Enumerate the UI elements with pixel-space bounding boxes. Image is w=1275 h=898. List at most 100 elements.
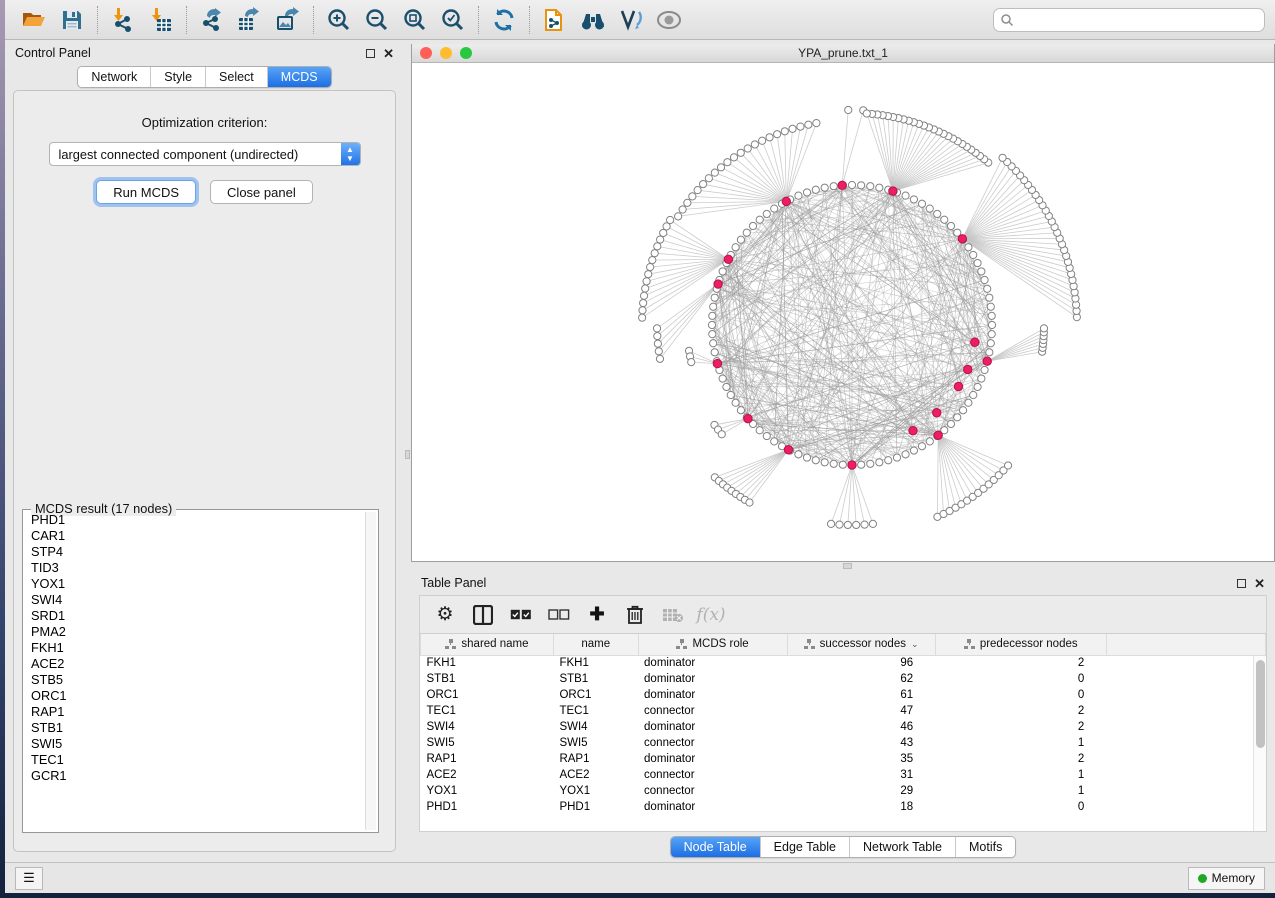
graph-node[interactable]	[688, 359, 695, 366]
graph-node[interactable]	[711, 169, 718, 176]
graph-node[interactable]	[813, 120, 820, 127]
graph-node[interactable]	[759, 137, 766, 144]
graph-node[interactable]	[965, 244, 972, 251]
export-image-button[interactable]	[269, 4, 307, 36]
graph-node[interactable]	[763, 210, 770, 217]
graph-node[interactable]	[910, 196, 917, 203]
graph-node[interactable]	[675, 213, 682, 220]
graph-node[interactable]	[657, 236, 664, 243]
graph-node[interactable]	[981, 366, 988, 373]
graph-node[interactable]	[885, 457, 892, 464]
graph-node[interactable]	[727, 391, 734, 398]
graph-node[interactable]	[746, 499, 753, 506]
mcds-result-scrollbar[interactable]	[365, 512, 376, 830]
graph-node[interactable]	[645, 271, 652, 278]
graph-node[interactable]	[705, 175, 712, 182]
float-panel-icon[interactable]	[366, 49, 375, 58]
graph-node[interactable]	[926, 438, 933, 445]
graph-node[interactable]	[679, 206, 686, 213]
graph-node[interactable]	[694, 187, 701, 194]
style-validation-button[interactable]	[612, 4, 650, 36]
graph-node[interactable]	[795, 192, 802, 199]
graph-node[interactable]	[749, 222, 756, 229]
graph-node[interactable]	[763, 432, 770, 439]
graph-node[interactable]	[803, 189, 810, 196]
graph-node[interactable]	[651, 250, 658, 257]
import-network-button[interactable]	[104, 4, 142, 36]
graph-node-dominator[interactable]	[889, 187, 897, 195]
graph-node[interactable]	[876, 184, 883, 191]
export-network-button[interactable]	[193, 4, 231, 36]
graph-node[interactable]	[978, 375, 985, 382]
graph-node[interactable]	[756, 216, 763, 223]
column-header-predecessor-nodes[interactable]: predecessor nodes	[935, 634, 1106, 655]
graph-node[interactable]	[805, 121, 812, 128]
graph-node[interactable]	[941, 216, 948, 223]
graph-node[interactable]	[876, 459, 883, 466]
graph-node[interactable]	[737, 407, 744, 414]
graph-node[interactable]	[639, 307, 646, 314]
graph-node[interactable]	[845, 106, 852, 113]
graph-node[interactable]	[839, 461, 846, 468]
graph-node[interactable]	[978, 268, 985, 275]
graph-node[interactable]	[732, 399, 739, 406]
select-all-button[interactable]	[504, 600, 538, 630]
graph-node[interactable]	[853, 521, 860, 528]
tab-select[interactable]: Select	[205, 67, 267, 87]
network-graph[interactable]	[412, 63, 1274, 556]
graph-node[interactable]	[959, 407, 966, 414]
network-window-titlebar[interactable]: YPA_prune.txt_1	[412, 44, 1274, 63]
table-row[interactable]: STB1STB1dominator620	[421, 671, 1266, 687]
splitter-grip[interactable]	[843, 563, 852, 569]
graph-node[interactable]	[719, 375, 726, 382]
network-canvas[interactable]	[412, 63, 1274, 561]
table-settings-button[interactable]: ⚙	[428, 600, 462, 630]
open-file-button[interactable]	[15, 4, 53, 36]
zoom-fit-button[interactable]	[396, 4, 434, 36]
graph-node[interactable]	[947, 222, 954, 229]
close-panel-button[interactable]: Close panel	[210, 180, 313, 204]
tab-edge-table[interactable]: Edge Table	[760, 837, 849, 857]
graph-node[interactable]	[719, 268, 726, 275]
column-header-MCDS-role[interactable]: MCDS role	[638, 634, 787, 655]
graph-node[interactable]	[656, 355, 663, 362]
graph-node[interactable]	[869, 520, 876, 527]
splitter-grip[interactable]	[405, 450, 410, 459]
graph-node[interactable]	[709, 312, 716, 319]
graph-node[interactable]	[655, 348, 662, 355]
graph-node[interactable]	[918, 200, 925, 207]
graph-node[interactable]	[1004, 462, 1011, 469]
graph-node[interactable]	[988, 331, 995, 338]
graph-node-dominator[interactable]	[848, 461, 856, 469]
graph-node[interactable]	[710, 303, 717, 310]
tab-node-table[interactable]: Node Table	[671, 837, 760, 857]
table-row[interactable]: SWI4SWI4dominator462	[421, 719, 1266, 735]
graph-node[interactable]	[934, 210, 941, 217]
graph-node[interactable]	[986, 294, 993, 301]
graph-node[interactable]	[827, 520, 834, 527]
graph-node[interactable]	[700, 180, 707, 187]
graph-node-dominator[interactable]	[744, 414, 752, 422]
mcds-result-item[interactable]: SWI5	[25, 736, 364, 752]
mcds-result-item[interactable]: STB5	[25, 672, 364, 688]
graph-node[interactable]	[803, 454, 810, 461]
graph-node[interactable]	[708, 321, 715, 328]
graph-node[interactable]	[642, 285, 649, 292]
refresh-layout-button[interactable]	[485, 4, 523, 36]
zoom-in-button[interactable]	[320, 4, 358, 36]
graph-node[interactable]	[848, 181, 855, 188]
graph-node[interactable]	[947, 420, 954, 427]
mcds-result-item[interactable]: TEC1	[25, 752, 364, 768]
graph-node-dominator[interactable]	[958, 235, 966, 243]
network-document-button[interactable]	[536, 4, 574, 36]
graph-node[interactable]	[984, 285, 991, 292]
delete-column-button[interactable]	[618, 600, 652, 630]
mcds-result-item[interactable]: TID3	[25, 560, 364, 576]
graph-node[interactable]	[756, 427, 763, 434]
show-graphics-details-button[interactable]	[650, 4, 688, 36]
graph-node[interactable]	[771, 205, 778, 212]
save-session-button[interactable]	[53, 4, 91, 36]
graph-node-dominator[interactable]	[934, 431, 942, 439]
table-row[interactable]: ORC1ORC1dominator610	[421, 687, 1266, 703]
graph-node[interactable]	[986, 349, 993, 356]
